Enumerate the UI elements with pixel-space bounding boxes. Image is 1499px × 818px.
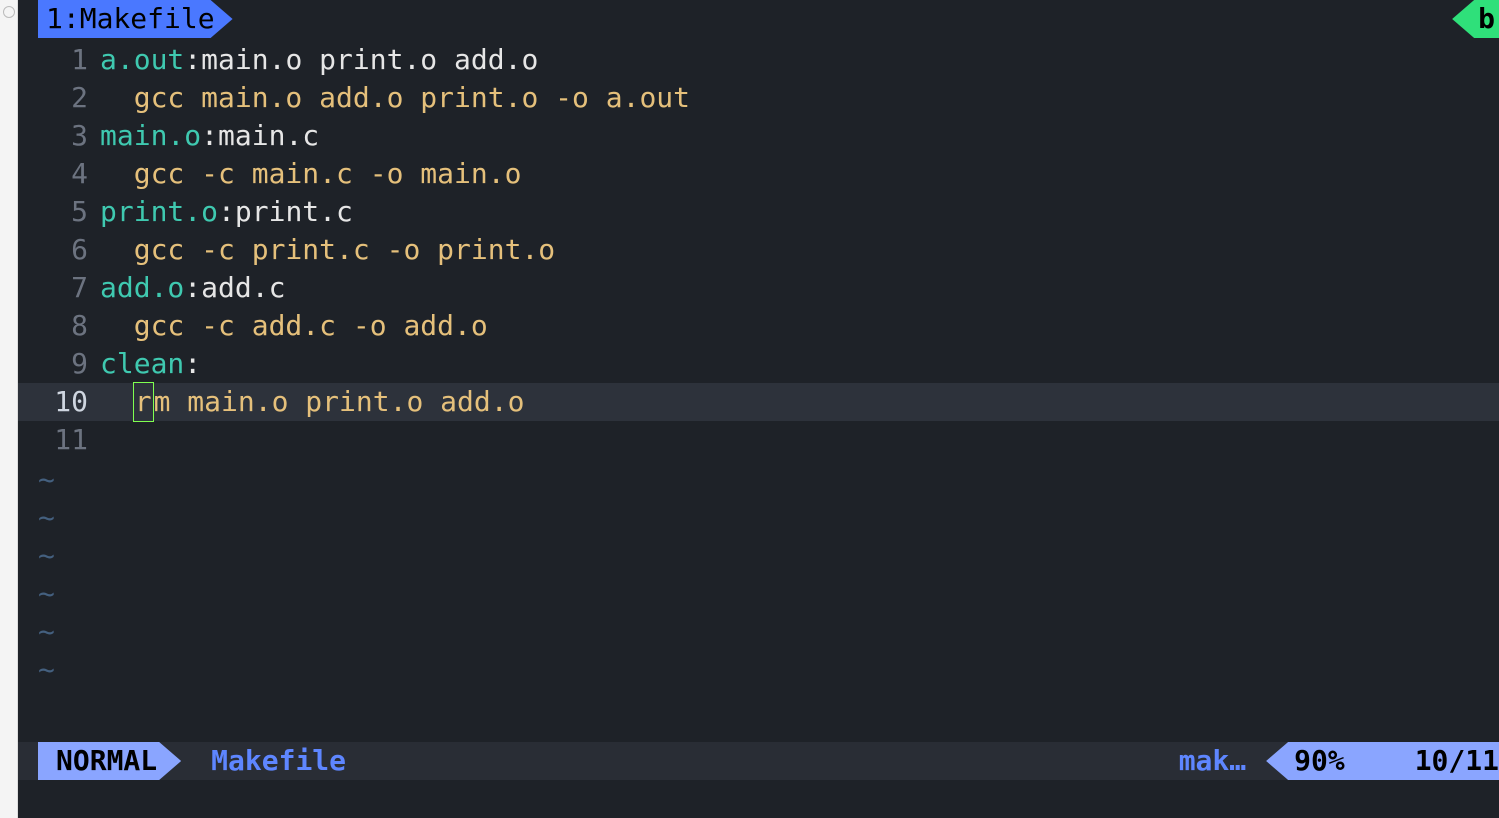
editor-window: 1: Makefile b 1 a.out:main.o print.o add… (18, 0, 1499, 818)
line-number: 1 (18, 41, 100, 79)
code-line: 3 main.o:main.c (18, 117, 1499, 155)
code-line: 8 gcc -c add.c -o add.o (18, 307, 1499, 345)
os-scrollbar[interactable] (0, 0, 18, 818)
cursor: r (133, 382, 154, 422)
line-number: 2 (18, 79, 100, 117)
code-line: 5 print.o:print.c (18, 193, 1499, 231)
code-line: 9 clean: (18, 345, 1499, 383)
line-number: 4 (18, 155, 100, 193)
line-number: 8 (18, 307, 100, 345)
buffer-bar: 1: Makefile b (18, 0, 1499, 38)
code-area[interactable]: 1 a.out:main.o print.o add.o 2 gcc main.… (18, 38, 1499, 742)
line-number: 9 (18, 345, 100, 383)
code-line: 4 gcc -c main.c -o main.o (18, 155, 1499, 193)
buffer-flag-badge: b (1452, 0, 1499, 38)
end-of-buffer-tildes: ~ ~ ~ ~ ~ ~ (18, 459, 1499, 689)
code-line: 2 gcc main.o add.o print.o -o a.out (18, 79, 1499, 117)
buffer-tab-index: 1 (46, 0, 63, 38)
code-line: 7 add.o:add.c (18, 269, 1499, 307)
line-number: 11 (18, 421, 100, 459)
code-line-current: 10 rm main.o print.o add.o (18, 383, 1499, 421)
position-segment: 90% 10/11 (1266, 742, 1499, 780)
line-number: 7 (18, 269, 100, 307)
file-segment: Makefile (181, 742, 362, 780)
buffer-tab-label: Makefile (80, 0, 215, 38)
code-line: 6 gcc -c print.c -o print.o (18, 231, 1499, 269)
line-number: 3 (18, 117, 100, 155)
buffer-tab[interactable]: 1: Makefile (38, 0, 233, 38)
command-line[interactable] (18, 780, 1499, 818)
filetype-segment: mak… (1159, 742, 1266, 780)
code-line: 11 (18, 421, 1499, 459)
mode-segment: NORMAL (38, 742, 181, 780)
code-line: 1 a.out:main.o print.o add.o (18, 41, 1499, 79)
line-number: 10 (18, 383, 100, 421)
line-number: 6 (18, 231, 100, 269)
line-number: 5 (18, 193, 100, 231)
status-line: NORMAL Makefile mak… 90% 10/11 (18, 742, 1499, 780)
